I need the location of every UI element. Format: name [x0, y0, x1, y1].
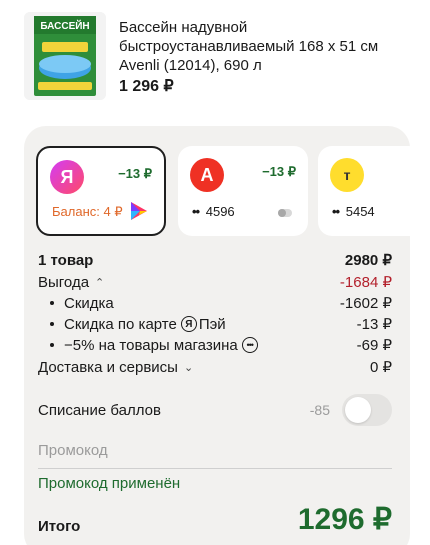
product-header: БАССЕЙН Бассейн надувной быстроустанавли…	[24, 12, 414, 102]
delivery-value: 0 ₽	[369, 359, 392, 376]
yandex-pay-icon	[131, 202, 147, 220]
card-dots: ••	[332, 204, 340, 219]
bullet-icon	[50, 301, 54, 305]
cashback-amount: −13 ₽	[262, 164, 296, 179]
card-number: •• 5454	[332, 204, 375, 219]
discount-value: -1602 ₽	[339, 295, 392, 312]
chevron-up-icon[interactable]: ⌃	[95, 276, 104, 289]
promo-code-input[interactable]	[38, 433, 392, 469]
card-discount-row: Скидка по карте Я Пэй -13 ₽	[38, 314, 392, 334]
items-value: 2980 ₽	[344, 252, 392, 269]
delivery-row[interactable]: Доставка и сервисы ⌄ 0 ₽	[38, 357, 392, 377]
items-row: 1 товар 2980 ₽	[38, 250, 392, 270]
store-discount-row: −5% на товары магазина ••• -69 ₽	[38, 335, 392, 355]
delivery-label: Доставка и сервисы	[38, 358, 178, 376]
card-discount-label-suffix: Пэй	[198, 315, 226, 333]
promo-applied-message: Промокод применён	[38, 475, 181, 492]
points-value: -85	[309, 402, 330, 418]
card-last-digits: 4596	[205, 204, 235, 219]
card-discount-label: Скидка по карте	[64, 315, 177, 333]
payment-method-tbank-card[interactable]: т •• 5454	[318, 146, 410, 236]
product-image-title: БАССЕЙН	[40, 19, 89, 32]
payment-method-yandex-pay[interactable]: Я −13 ₽ Баланс: 4 ₽	[36, 146, 166, 236]
benefit-value: -1684 ₽	[339, 274, 392, 291]
points-label: Списание баллов	[38, 401, 161, 419]
bullet-icon	[50, 343, 54, 347]
pool-image-icon: БАССЕЙН	[24, 12, 106, 100]
discount-label: Скидка	[64, 294, 114, 312]
card-number: •• 4596	[192, 204, 235, 219]
chevron-down-icon[interactable]: ⌄	[184, 361, 193, 374]
card-dots: ••	[192, 204, 200, 219]
more-info-icon[interactable]: •••	[241, 337, 258, 353]
balance-label: Баланс: 4 ₽	[52, 204, 123, 219]
toggle-icon	[278, 209, 292, 217]
checkout-card: Я −13 ₽ Баланс: 4 ₽ А −13 ₽ •• 4596 т ••	[24, 126, 410, 545]
product-image[interactable]: БАССЕЙН	[24, 12, 106, 100]
tbank-logo-icon: т	[330, 158, 364, 192]
benefit-row[interactable]: Выгода ⌃ -1684 ₽	[38, 272, 392, 292]
benefit-label: Выгода	[38, 273, 90, 291]
yandex-circle-icon: Я	[180, 316, 197, 332]
points-toggle[interactable]	[342, 394, 392, 426]
points-row: Списание баллов -85	[38, 394, 392, 426]
total-label: Итого	[38, 518, 81, 535]
cashback-amount: −13 ₽	[118, 166, 152, 181]
discount-row: Скидка -1602 ₽	[38, 293, 392, 313]
store-discount-value: -69 ₽	[356, 337, 392, 354]
payment-methods: Я −13 ₽ Баланс: 4 ₽ А −13 ₽ •• 4596 т ••	[36, 146, 410, 238]
bullet-icon	[50, 322, 54, 326]
store-discount-label: −5% на товары магазина	[64, 336, 238, 354]
alfa-bank-logo-icon: А	[190, 158, 224, 192]
total-value: 1296 ₽	[297, 503, 392, 536]
yandex-logo-icon: Я	[50, 160, 84, 194]
product-price: 1 296 ₽	[119, 78, 174, 95]
items-label: 1 товар	[38, 251, 94, 269]
product-title[interactable]: Бассейн надувной быстроустанавливаемый 1…	[119, 18, 409, 75]
card-discount-value: -13 ₽	[356, 316, 392, 333]
payment-method-alfa-card[interactable]: А −13 ₽ •• 4596	[178, 146, 308, 236]
card-last-digits: 5454	[345, 204, 375, 219]
